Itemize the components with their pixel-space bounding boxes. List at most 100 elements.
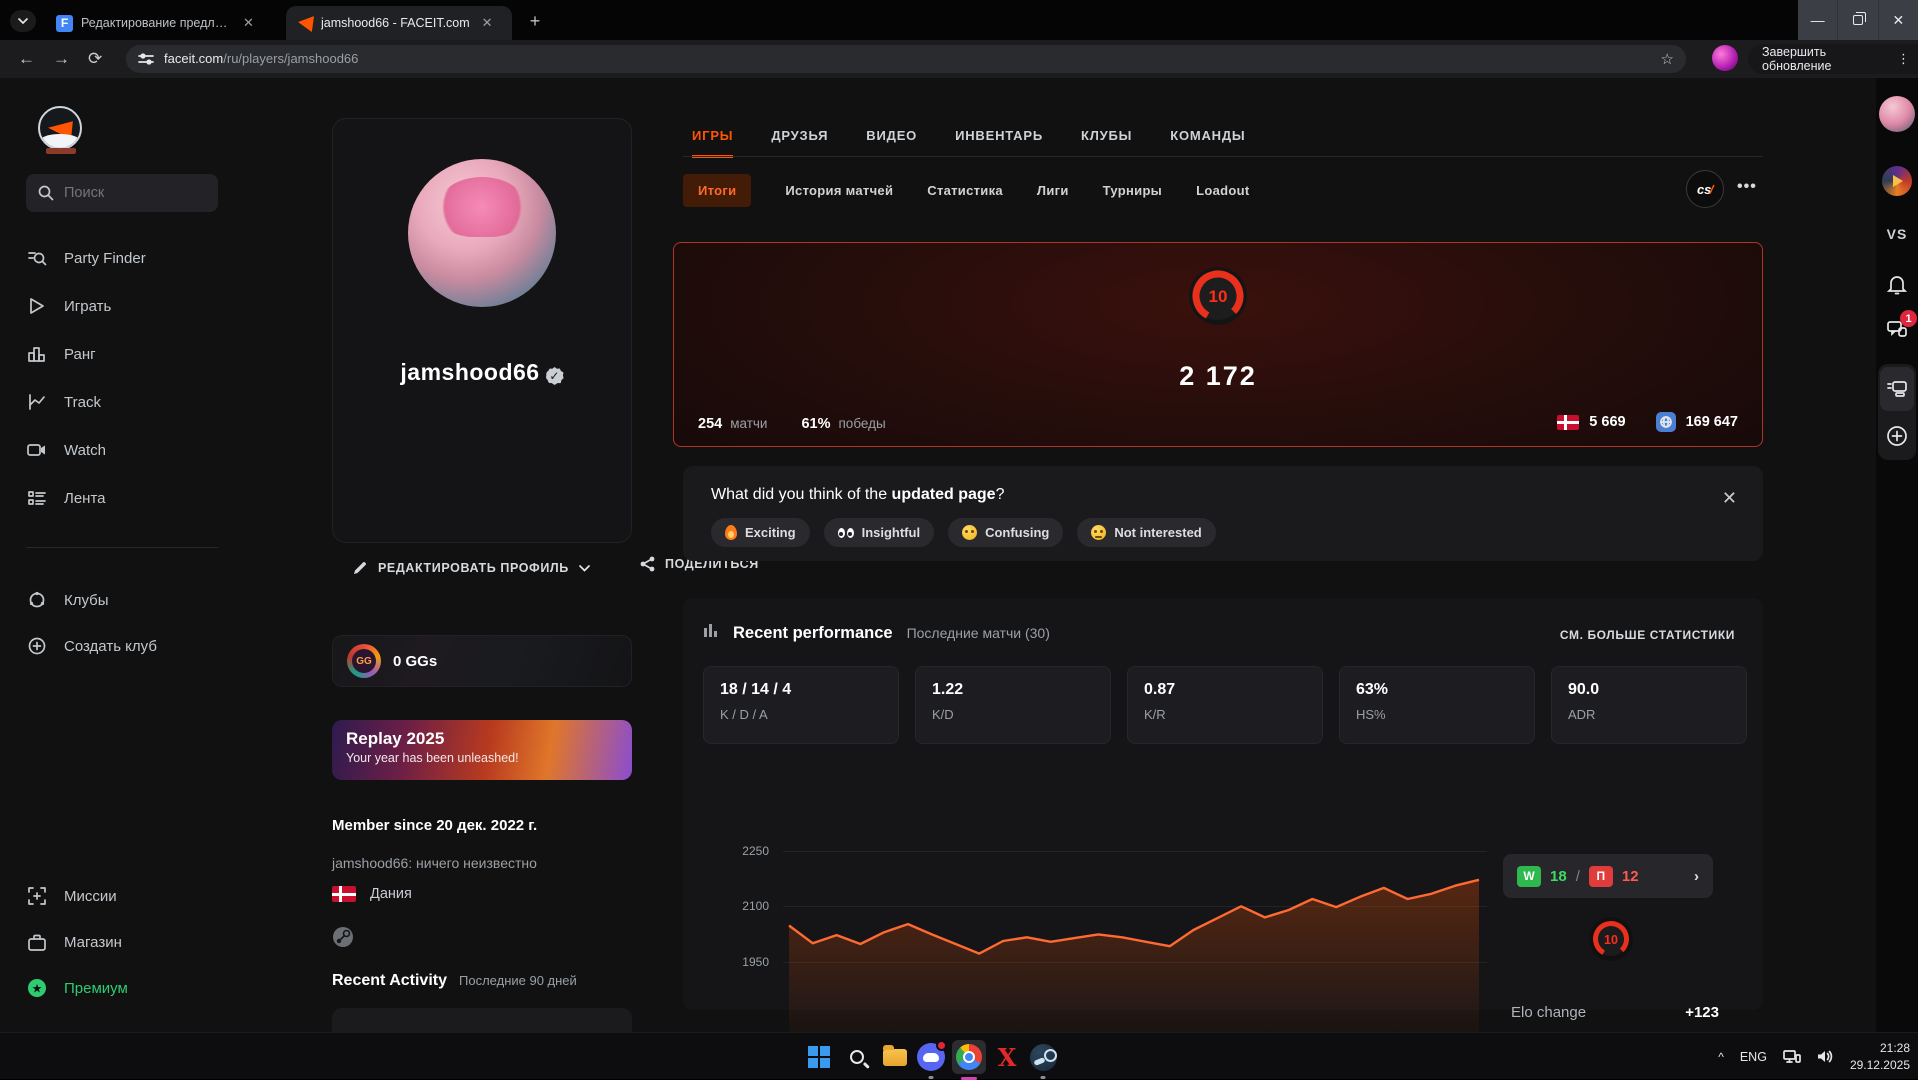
performance-title: Recent performance	[733, 624, 893, 643]
search-icon	[850, 1050, 864, 1064]
add-widget-button[interactable]	[1880, 416, 1914, 456]
replay-title: Replay 2025	[346, 729, 618, 749]
language-indicator[interactable]: ENG	[1740, 1050, 1767, 1064]
sidebar-item-label: Играть	[64, 298, 111, 315]
tab-clubs[interactable]: КЛУБЫ	[1081, 128, 1132, 158]
recent-activity-title: Recent Activity	[332, 972, 447, 990]
close-icon[interactable]: ✕	[1722, 488, 1737, 509]
tab-close-icon[interactable]: ✕	[239, 13, 258, 33]
network-icon[interactable]	[1783, 1049, 1801, 1064]
fire-emoji	[725, 525, 737, 540]
elo-banner: 10 2 172 254 матчи 61% победы 5 669 169 …	[673, 242, 1763, 447]
site-settings-icon[interactable]	[138, 52, 154, 66]
url-bar[interactable]: faceit.com/ru/players/jamshood66 ☆	[126, 45, 1686, 73]
steam-button[interactable]	[1026, 1040, 1060, 1074]
sidebar-item-missions[interactable]: Миссии	[26, 884, 117, 908]
close-button[interactable]: ✕	[1878, 0, 1918, 40]
x-app-button[interactable]: X	[990, 1040, 1024, 1074]
win-loss-summary[interactable]: W 18 / П 12 ›	[1503, 854, 1713, 898]
faceit-logo[interactable]	[38, 106, 84, 152]
sidebar-item-shop[interactable]: Магазин	[26, 930, 122, 954]
sidebar-item-create-club[interactable]: Создать клуб	[26, 634, 157, 658]
new-tab-button[interactable]: +	[522, 10, 548, 32]
start-button[interactable]	[802, 1040, 836, 1074]
bookmark-star-icon[interactable]: ☆	[1661, 50, 1674, 68]
recent-activity-card	[332, 1008, 632, 1032]
premium-icon: ★	[26, 977, 48, 999]
restore-button[interactable]	[1837, 0, 1877, 40]
sidebar-item-party-finder[interactable]: Party Finder	[26, 246, 146, 270]
replay-2025-banner[interactable]: Replay 2025 Your year has been unleashed…	[332, 720, 632, 780]
browser-tab-1[interactable]: F Редактирование предложения ✕	[44, 6, 276, 40]
right-rail: VS 1	[1876, 78, 1918, 1032]
gg-count-label: 0 GGs	[393, 653, 437, 670]
search-input[interactable]	[64, 185, 194, 201]
tab-friends[interactable]: ДРУЗЬЯ	[771, 128, 828, 158]
file-explorer-button[interactable]	[878, 1040, 912, 1074]
sidebar-item-watch[interactable]: Watch	[26, 438, 106, 462]
browser-menu-icon[interactable]: ⋮	[1897, 51, 1910, 67]
subtab-loadout[interactable]: Loadout	[1196, 174, 1249, 207]
winrate-value: 61%	[801, 416, 830, 432]
chevron-right-icon[interactable]: ›	[1694, 868, 1699, 885]
gg-count-card[interactable]: GG 0 GGs	[332, 635, 632, 687]
party-widget-button[interactable]	[1880, 367, 1914, 411]
subtab-match-history[interactable]: История матчей	[785, 174, 893, 207]
taskbar-clock[interactable]: 21:28 29.12.2025	[1850, 1040, 1910, 1072]
stat-card-kda: 18 / 14 / 4K / D / A	[703, 666, 899, 744]
search-icon	[38, 185, 54, 201]
sidebar-item-label: Миссии	[64, 888, 117, 905]
play-icon	[26, 295, 48, 317]
subtab-summary[interactable]: Итоги	[683, 174, 751, 207]
minimize-button[interactable]: —	[1798, 0, 1837, 40]
elo-change-value: +123	[1685, 1004, 1719, 1021]
steam-link[interactable]	[332, 926, 354, 953]
sidebar-item-rank[interactable]: Ранг	[26, 342, 96, 366]
tab-close-icon[interactable]: ✕	[478, 13, 497, 33]
tab-teams[interactable]: КОМАНДЫ	[1170, 128, 1245, 158]
vs-matchmaking-label[interactable]: VS	[1887, 226, 1908, 242]
feedback-chip-not-interested[interactable]: Not interested	[1077, 518, 1215, 547]
browser-tab-2[interactable]: jamshood66 - FACEIT.com ✕	[286, 6, 512, 40]
notifications-bell-icon[interactable]	[1887, 274, 1907, 296]
hidden-icons-caret[interactable]: ^	[1718, 1050, 1724, 1064]
sidebar-item-premium[interactable]: ★ Премиум	[26, 976, 128, 1000]
see-more-stats-link[interactable]: СМ. БОЛЬШЕ СТАТИСТИКИ	[1560, 628, 1735, 642]
cs2-game-icon[interactable]: cs/	[1686, 170, 1724, 208]
feedback-chip-confusing[interactable]: Confusing	[948, 518, 1063, 547]
tab-search-chevron-icon[interactable]	[10, 10, 36, 32]
subtab-tournaments[interactable]: Турниры	[1103, 174, 1162, 207]
svg-text:10: 10	[1604, 933, 1618, 947]
feedback-chip-exciting[interactable]: Exciting	[711, 518, 810, 547]
speaker-icon[interactable]	[1817, 1049, 1834, 1064]
subtab-leagues[interactable]: Лиги	[1037, 174, 1069, 207]
subtab-statistics[interactable]: Статистика	[927, 174, 1003, 207]
more-options-button[interactable]: •••	[1737, 178, 1757, 196]
recent-activity-header: Recent Activity Последние 90 дней	[332, 972, 577, 990]
discord-button[interactable]	[914, 1040, 948, 1074]
taskbar-search-button[interactable]	[840, 1040, 874, 1074]
sidebar-search[interactable]	[26, 174, 218, 212]
sidebar-item-clubs[interactable]: Клубы	[26, 588, 109, 612]
reload-button[interactable]: ⟳	[88, 49, 102, 69]
profile-avatar[interactable]	[408, 159, 556, 307]
feedback-chip-insightful[interactable]: Insightful	[824, 518, 935, 547]
finish-update-button[interactable]: Завершить обновление ⋮	[1748, 44, 1918, 74]
tab-inventory[interactable]: ИНВЕНТАРЬ	[955, 128, 1043, 158]
edit-profile-button[interactable]: РЕДАКТИРОВАТЬ ПРОФИЛЬ	[352, 550, 612, 586]
sidebar-item-track[interactable]: Track	[26, 390, 101, 414]
browser-profile-avatar[interactable]	[1712, 45, 1738, 71]
chrome-button[interactable]	[952, 1040, 986, 1074]
forward-button[interactable]: →	[53, 49, 70, 69]
pensive-face-emoji	[1091, 525, 1106, 540]
user-avatar[interactable]	[1879, 96, 1915, 132]
club-avatar[interactable]	[1882, 166, 1912, 196]
sidebar-item-feed[interactable]: Лента	[26, 486, 106, 510]
tab-games[interactable]: ИГРЫ	[692, 128, 733, 158]
back-button[interactable]: ←	[18, 49, 35, 69]
feed-icon	[26, 487, 48, 509]
discord-notification-dot	[936, 1040, 947, 1051]
tab-videos[interactable]: ВИДЕО	[866, 128, 917, 158]
browser-tab-strip: F Редактирование предложения ✕ jamshood6…	[0, 0, 1918, 40]
sidebar-item-play[interactable]: Играть	[26, 294, 111, 318]
